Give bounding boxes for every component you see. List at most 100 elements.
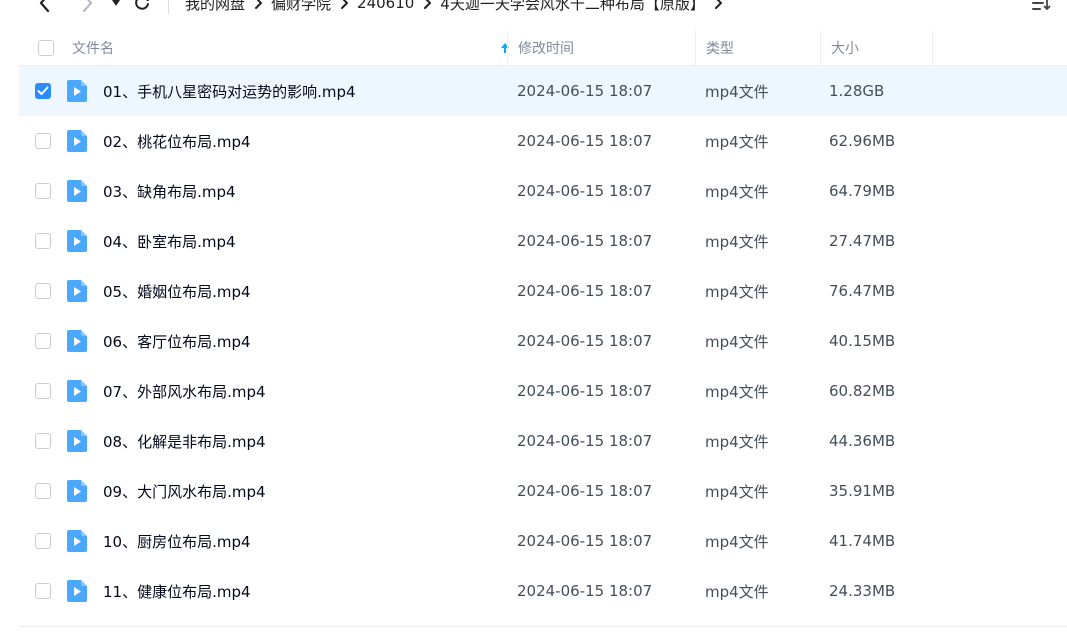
breadcrumb-item[interactable]: 4天迦一天学会风水十二种布局【原版】 (438, 0, 707, 14)
row-select[interactable] (35, 116, 55, 166)
file-modified-time: 2024-06-15 18:07 (517, 482, 653, 500)
video-file-icon (67, 530, 87, 552)
row-select[interactable] (35, 216, 55, 266)
file-modified-time: 2024-06-15 18:07 (517, 532, 653, 550)
row-checkbox[interactable] (35, 433, 51, 449)
file-name[interactable]: 04、卧室布局.mp4 (103, 216, 503, 266)
file-size: 41.74MB (829, 532, 896, 550)
refresh-button[interactable] (130, 0, 154, 18)
row-select[interactable] (35, 466, 55, 516)
row-checkbox[interactable] (35, 283, 51, 299)
file-name[interactable]: 10、厨房位布局.mp4 (103, 516, 503, 566)
file-type: mp4文件 (705, 282, 769, 301)
chevron-left-icon (39, 0, 50, 13)
row-checkbox[interactable] (35, 233, 51, 249)
file-name[interactable]: 05、婚姻位布局.mp4 (103, 266, 503, 316)
row-select[interactable] (35, 316, 55, 366)
file-size: 44.36MB (829, 432, 896, 450)
header-modified-time[interactable]: 修改时间 (507, 30, 695, 66)
header-name[interactable]: 文件名 (72, 30, 509, 66)
chevron-right-icon[interactable] (707, 0, 729, 10)
row-checkbox[interactable] (35, 383, 51, 399)
video-file-icon (67, 80, 87, 102)
table-row[interactable]: 06、客厅位布局.mp4 2024-06-15 18:07 mp4文件 40.1… (19, 316, 1067, 366)
file-modified-time: 2024-06-15 18:07 (517, 82, 653, 100)
table-row[interactable]: 09、大门风水布局.mp4 2024-06-15 18:07 mp4文件 35.… (19, 466, 1067, 516)
table-row[interactable]: 01、手机八星密码对运势的影响.mp4 2024-06-15 18:07 mp4… (19, 66, 1067, 116)
file-name[interactable]: 03、缺角布局.mp4 (103, 166, 503, 216)
row-select[interactable] (35, 266, 55, 316)
table-row[interactable]: 11、健康位布局.mp4 2024-06-15 18:07 mp4文件 24.3… (19, 566, 1067, 616)
file-icon-cell[interactable] (66, 516, 88, 566)
file-name[interactable]: 02、桃花位布局.mp4 (103, 116, 503, 166)
row-select[interactable] (35, 516, 55, 566)
row-select[interactable] (35, 566, 55, 616)
video-file-icon (67, 580, 87, 602)
file-size: 60.82MB (829, 382, 896, 400)
table-row[interactable]: 02、桃花位布局.mp4 2024-06-15 18:07 mp4文件 62.9… (19, 116, 1067, 166)
file-icon-cell[interactable] (66, 166, 88, 216)
breadcrumb: 我的网盘 偏财学院 240610 4天迦一天学会风水十二种布局【原版】 (183, 0, 729, 14)
table-row[interactable]: 05、婚姻位布局.mp4 2024-06-15 18:07 mp4文件 76.4… (19, 266, 1067, 316)
file-size: 40.15MB (829, 332, 896, 350)
sort-options-button[interactable] (1031, 0, 1051, 18)
file-icon-cell[interactable] (66, 316, 88, 366)
row-checkbox[interactable] (35, 183, 51, 199)
breadcrumb-item[interactable]: 240610 (355, 0, 416, 12)
row-checkbox[interactable] (35, 133, 51, 149)
table-row[interactable]: 08、化解是非布局.mp4 2024-06-15 18:07 mp4文件 44.… (19, 416, 1067, 466)
row-checkbox[interactable] (35, 483, 51, 499)
file-icon-cell[interactable] (66, 66, 88, 116)
file-modified-time: 2024-06-15 18:07 (517, 282, 653, 300)
file-icon-cell[interactable] (66, 116, 88, 166)
file-icon-cell[interactable] (66, 566, 88, 616)
file-name[interactable]: 09、大门风水布局.mp4 (103, 466, 503, 516)
file-name[interactable]: 11、健康位布局.mp4 (103, 566, 503, 616)
header-size[interactable]: 大小 (820, 30, 933, 66)
file-type: mp4文件 (705, 432, 769, 451)
breadcrumb-item[interactable]: 我的网盘 (183, 0, 247, 14)
row-select[interactable] (35, 366, 55, 416)
file-icon-cell[interactable] (66, 216, 88, 266)
row-checkbox[interactable] (35, 83, 51, 99)
file-list-table: 文件名 修改时间 类型 大小 01、手机八星密码对运势的影响.mp4 2024-… (19, 30, 1067, 627)
header-select-all[interactable] (38, 30, 58, 66)
video-file-icon (67, 380, 87, 402)
table-row[interactable]: 04、卧室布局.mp4 2024-06-15 18:07 mp4文件 27.47… (19, 216, 1067, 266)
forward-button[interactable] (72, 0, 102, 18)
refresh-icon (135, 0, 149, 10)
row-select[interactable] (35, 416, 55, 466)
file-icon-cell[interactable] (66, 416, 88, 466)
back-button[interactable] (30, 0, 60, 18)
row-select[interactable] (35, 166, 55, 216)
file-size: 24.33MB (829, 582, 896, 600)
file-icon-cell[interactable] (66, 466, 88, 516)
file-name[interactable]: 01、手机八星密码对运势的影响.mp4 (103, 66, 503, 116)
row-checkbox[interactable] (35, 583, 51, 599)
row-checkbox[interactable] (35, 333, 51, 349)
breadcrumb-item[interactable]: 偏财学院 (269, 0, 333, 14)
file-name[interactable]: 08、化解是非布局.mp4 (103, 416, 503, 466)
file-modified-time: 2024-06-15 18:07 (517, 132, 653, 150)
file-name[interactable]: 06、客厅位布局.mp4 (103, 316, 503, 366)
checkmark-icon (37, 86, 49, 95)
file-icon-cell[interactable] (66, 266, 88, 316)
select-all-checkbox[interactable] (38, 40, 54, 56)
row-select[interactable] (35, 66, 55, 116)
history-dropdown-button[interactable] (108, 0, 124, 18)
chevron-right-icon (82, 0, 93, 13)
table-row[interactable]: 07、外部风水布局.mp4 2024-06-15 18:07 mp4文件 60.… (19, 366, 1067, 416)
table-row[interactable]: 03、缺角布局.mp4 2024-06-15 18:07 mp4文件 64.79… (19, 166, 1067, 216)
file-icon-cell[interactable] (66, 366, 88, 416)
video-file-icon (67, 180, 87, 202)
file-name[interactable]: 07、外部风水布局.mp4 (103, 366, 503, 416)
file-modified-time: 2024-06-15 18:07 (517, 432, 653, 450)
navigation-bar: 我的网盘 偏财学院 240610 4天迦一天学会风水十二种布局【原版】 (0, 0, 1067, 18)
file-type: mp4文件 (705, 482, 769, 501)
header-size-label: 大小 (831, 41, 859, 57)
table-header: 文件名 修改时间 类型 大小 (19, 30, 1067, 66)
header-time-label: 修改时间 (518, 41, 574, 57)
table-row[interactable]: 10、厨房位布局.mp4 2024-06-15 18:07 mp4文件 41.7… (19, 516, 1067, 566)
row-checkbox[interactable] (35, 533, 51, 549)
header-type[interactable]: 类型 (695, 30, 820, 66)
